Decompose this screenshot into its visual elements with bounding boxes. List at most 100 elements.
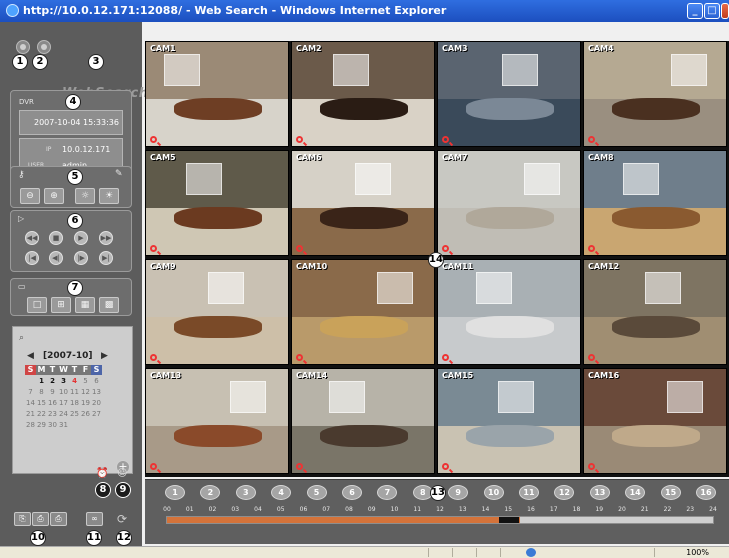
channel-button[interactable]: 13 (589, 485, 610, 500)
split-16-button[interactable]: ▩ (99, 297, 119, 313)
play-button[interactable]: ▶ (74, 231, 88, 245)
alarm-icon[interactable]: ⏰ (96, 468, 108, 479)
next-month-button[interactable]: ▶ (101, 351, 108, 361)
setup-button[interactable] (16, 40, 30, 54)
channel-button[interactable]: 1 (165, 485, 185, 500)
zoom-icon[interactable] (296, 245, 303, 252)
exit-button[interactable] (37, 40, 51, 54)
calendar-day[interactable]: 29 (36, 420, 47, 431)
calendar-day[interactable]: 7 (25, 387, 36, 398)
zoom-out-button[interactable]: ⊖ (20, 188, 40, 204)
camera-view[interactable]: CAM3 (437, 41, 581, 147)
camera-view[interactable]: CAM2 (291, 41, 435, 147)
channel-button[interactable]: 16 (696, 485, 716, 500)
calendar-day[interactable]: 15 (36, 398, 47, 409)
close-button[interactable] (721, 3, 729, 19)
camera-view[interactable]: CAM13 (145, 368, 289, 474)
calendar-day[interactable]: 22 (36, 409, 47, 420)
channel-button[interactable]: 6 (342, 485, 362, 500)
camera-view[interactable]: CAM16 (583, 368, 727, 474)
calendar-day[interactable]: 25 (69, 409, 80, 420)
timeline-track[interactable] (166, 516, 714, 524)
camera-view[interactable]: CAM6 (291, 150, 435, 256)
zoom-icon[interactable] (150, 354, 157, 361)
channel-button[interactable]: 5 (306, 485, 327, 500)
print-button[interactable]: ⎙ (50, 512, 67, 526)
step-forward-button[interactable]: |▶ (74, 251, 88, 265)
camera-view[interactable]: CAM1 (145, 41, 289, 147)
refresh-icon[interactable]: ⟳ (117, 512, 127, 526)
copy-button[interactable]: ⎘ (14, 512, 31, 526)
go-first-button[interactable]: |◀ (25, 251, 39, 265)
brightness-up-button[interactable]: ☀ (99, 188, 119, 204)
calendar-day[interactable]: 9 (47, 387, 58, 398)
channel-button[interactable]: 12 (554, 485, 575, 500)
calendar-day[interactable]: 4 (69, 376, 80, 387)
brightness-down-button[interactable]: ☼ (75, 188, 95, 204)
camera-view[interactable]: CAM9 (145, 259, 289, 365)
calendar-day[interactable]: 28 (25, 420, 36, 431)
calendar-day[interactable]: 16 (47, 398, 58, 409)
calendar-day[interactable]: 17 (58, 398, 69, 409)
camera-view[interactable]: CAM15 (437, 368, 581, 474)
split-4-button[interactable]: ⊞ (51, 297, 71, 313)
channel-button[interactable]: 2 (200, 485, 221, 500)
calendar-day[interactable]: 18 (69, 398, 80, 409)
zoom-icon[interactable] (150, 136, 157, 143)
calendar-day[interactable]: 5 (80, 376, 91, 387)
zoom-icon[interactable] (150, 245, 157, 252)
timeline-cursor[interactable] (499, 517, 520, 523)
zoom-icon[interactable] (296, 136, 303, 143)
channel-button[interactable]: 4 (271, 485, 292, 500)
calendar-day[interactable]: 31 (58, 420, 69, 431)
channel-button[interactable]: 10 (483, 485, 504, 500)
calendar-day[interactable]: 6 (91, 376, 102, 387)
zoom-icon[interactable] (588, 463, 595, 470)
zoom-in-button[interactable]: ⊕ (44, 188, 64, 204)
camera-view[interactable]: CAM11 (437, 259, 581, 365)
calendar-day[interactable]: 2 (47, 376, 58, 387)
zoom-level[interactable]: 100% (686, 547, 709, 558)
calendar-day[interactable]: 13 (91, 387, 102, 398)
zoom-icon[interactable] (442, 245, 449, 252)
camera-view[interactable]: CAM8 (583, 150, 727, 256)
camera-view[interactable]: CAM7 (437, 150, 581, 256)
search-mode-button[interactable]: ∞ (86, 512, 103, 526)
calendar-day[interactable]: 24 (58, 409, 69, 420)
zoom-icon[interactable] (150, 463, 157, 470)
calendar-day[interactable]: 14 (25, 398, 36, 409)
pen-icon[interactable]: ✎ (115, 169, 123, 179)
camera-view[interactable]: CAM14 (291, 368, 435, 474)
split-9-button[interactable]: ▦ (75, 297, 95, 313)
minimize-button[interactable]: _ (687, 3, 703, 19)
zoom-icon[interactable] (588, 245, 595, 252)
zoom-icon[interactable] (588, 136, 595, 143)
fast-rewind-button[interactable]: ◀◀ (25, 231, 39, 245)
calendar-day[interactable]: 3 (58, 376, 69, 387)
go-last-button[interactable]: ▶| (99, 251, 113, 265)
zoom-icon[interactable] (296, 354, 303, 361)
fast-forward-button[interactable]: ▶▶ (99, 231, 113, 245)
channel-button[interactable]: 11 (519, 485, 539, 500)
stop-button[interactable]: ■ (49, 231, 63, 245)
channel-button[interactable]: 14 (625, 485, 646, 500)
calendar-day[interactable]: 19 (80, 398, 91, 409)
channel-button[interactable]: 3 (235, 485, 256, 500)
calendar-day[interactable]: 21 (25, 409, 36, 420)
zoom-icon[interactable] (442, 136, 449, 143)
channel-button[interactable]: 7 (377, 485, 398, 500)
zoom-icon[interactable] (442, 463, 449, 470)
calendar-day[interactable]: 12 (80, 387, 91, 398)
camera-view[interactable]: CAM10 (291, 259, 435, 365)
camera-view[interactable]: CAM5 (145, 150, 289, 256)
person-icon[interactable]: ☺ (117, 468, 127, 479)
prev-month-button[interactable]: ◀ (27, 351, 34, 361)
split-1-button[interactable]: □ (27, 297, 47, 313)
channel-button[interactable]: 15 (660, 485, 681, 500)
calendar-day[interactable]: 10 (58, 387, 69, 398)
zoom-icon[interactable] (588, 354, 595, 361)
camera-view[interactable]: CAM4 (583, 41, 727, 147)
camera-view[interactable]: CAM12 (583, 259, 727, 365)
calendar-day[interactable]: 27 (91, 409, 102, 420)
calendar-day[interactable]: 23 (47, 409, 58, 420)
